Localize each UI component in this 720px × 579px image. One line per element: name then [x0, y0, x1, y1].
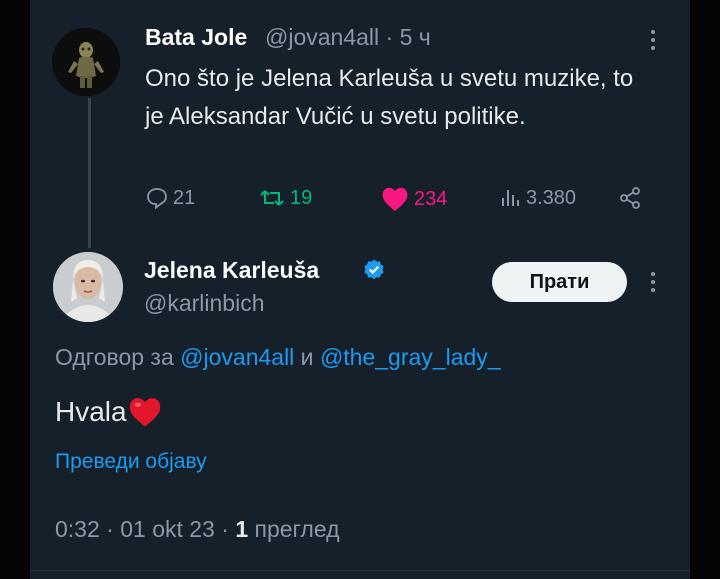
- verified-badge-icon: [364, 259, 384, 280]
- like-button[interactable]: 234: [380, 186, 447, 212]
- left-black-bar: [0, 0, 30, 579]
- more-icon[interactable]: [651, 272, 655, 292]
- reply-prefix: Одговор за: [55, 344, 181, 370]
- tweet-text-content: Hvala: [55, 396, 127, 427]
- tweet-time[interactable]: 0:32: [55, 516, 100, 542]
- mention-link[interactable]: @jovan4all: [180, 344, 294, 370]
- avatar[interactable]: [52, 28, 120, 96]
- views-icon: [502, 190, 519, 206]
- right-black-bar: [690, 0, 720, 579]
- retweet-icon: [260, 190, 284, 206]
- divider: [30, 570, 690, 571]
- author-name[interactable]: Jelena Karleuša: [144, 257, 319, 284]
- heart-emoji: [129, 398, 160, 427]
- reply-button[interactable]: 21: [145, 186, 195, 210]
- like-icon: [382, 187, 408, 211]
- author-name[interactable]: Bata Jole: [145, 24, 247, 51]
- translate-link[interactable]: Преведи објаву: [55, 450, 207, 474]
- reply-icon: [147, 188, 167, 210]
- tweet-metadata: 0:32 · 01 okt 23 · 1 преглед: [55, 516, 340, 542]
- reply-context: Одговор за @jovan4all и @the_gray_lady_: [55, 344, 501, 371]
- retweet-count: 19: [290, 186, 313, 209]
- avatar[interactable]: [53, 252, 123, 322]
- author-handle[interactable]: @jovan4all · 5 ч: [265, 24, 431, 51]
- retweet-button[interactable]: 19: [258, 186, 312, 210]
- tweet-date[interactable]: 01 okt 23: [120, 516, 215, 542]
- reply-count: 21: [173, 186, 196, 209]
- reply-conjunction: и: [294, 344, 320, 370]
- share-button[interactable]: [618, 186, 642, 210]
- follow-button[interactable]: Прати: [492, 262, 627, 302]
- views-count: 3.380: [526, 186, 577, 209]
- thread-connector: [88, 98, 91, 248]
- mention-link[interactable]: @the_gray_lady_: [320, 344, 501, 370]
- more-icon[interactable]: [651, 30, 655, 50]
- tweet-text: Ono što je Jelena Karleuša u svetu muzik…: [145, 65, 634, 130]
- tweet-time[interactable]: 5 ч: [400, 24, 431, 50]
- views-label: преглед: [248, 516, 340, 542]
- tweet-text: Hvala: [55, 396, 163, 428]
- like-count: 234: [414, 187, 448, 210]
- author-handle[interactable]: @karlinbich: [144, 290, 265, 317]
- views-count: 1: [235, 516, 249, 542]
- share-icon: [620, 187, 640, 209]
- views-button[interactable]: 3.380: [498, 186, 576, 210]
